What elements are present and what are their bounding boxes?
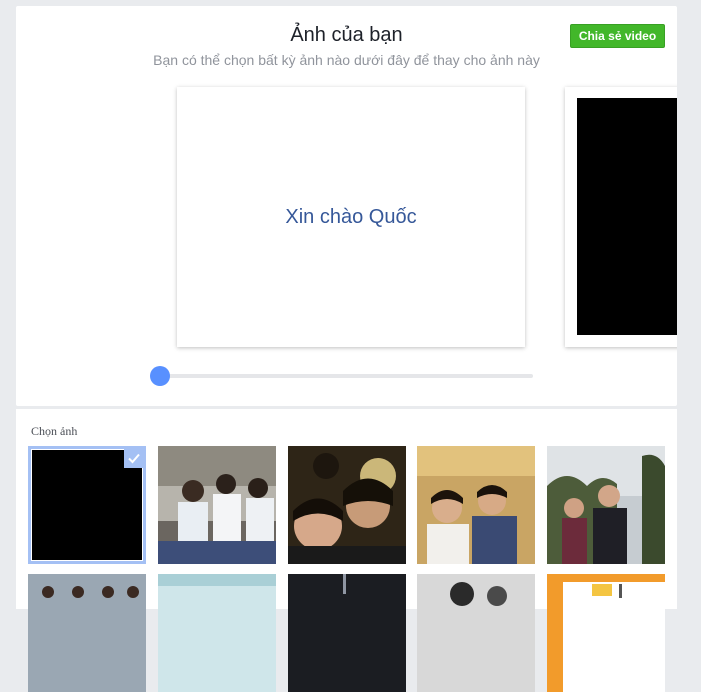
slide-next-image xyxy=(577,98,677,335)
slide-next[interactable] xyxy=(565,87,677,347)
photo-thumb-image xyxy=(417,574,535,692)
photo-thumb[interactable] xyxy=(158,574,276,692)
share-video-button[interactable]: Chia sẻ video xyxy=(570,24,665,48)
slide-current[interactable]: Xin chào Quốc xyxy=(177,87,525,347)
slider-handle[interactable] xyxy=(150,366,170,386)
photo-thumb[interactable] xyxy=(28,574,146,692)
choose-photo-label: Chọn ảnh xyxy=(31,424,78,438)
photo-thumb-image xyxy=(417,446,535,564)
photo-thumb[interactable] xyxy=(547,446,665,564)
slide-text: Xin chào Quốc xyxy=(285,205,417,228)
photo-thumb[interactable] xyxy=(417,574,535,692)
slider-track[interactable] xyxy=(151,374,533,378)
photo-thumb-image xyxy=(158,574,276,692)
photo-thumb-image xyxy=(288,446,406,564)
photo-thumb[interactable] xyxy=(547,574,665,692)
photo-thumb[interactable] xyxy=(158,446,276,564)
photo-thumb[interactable] xyxy=(288,574,406,692)
photo-thumb[interactable] xyxy=(288,446,406,564)
photo-thumb-selected[interactable] xyxy=(28,446,146,564)
page-subtitle: Bạn có thể chọn bất kỳ ảnh nào dưới đây … xyxy=(153,52,540,68)
check-icon xyxy=(124,449,143,468)
photo-thumb-image xyxy=(158,446,276,564)
photo-thumb-image xyxy=(28,574,146,692)
photo-thumb[interactable] xyxy=(417,446,535,564)
photo-thumb-image xyxy=(547,446,665,564)
video-preview-card: Ảnh của bạn Bạn có thể chọn bất kỳ ảnh n… xyxy=(16,6,677,406)
photo-picker-card: Chọn ảnh xyxy=(16,409,677,692)
photo-thumb-image xyxy=(547,574,665,692)
photo-thumb-image xyxy=(288,574,406,692)
